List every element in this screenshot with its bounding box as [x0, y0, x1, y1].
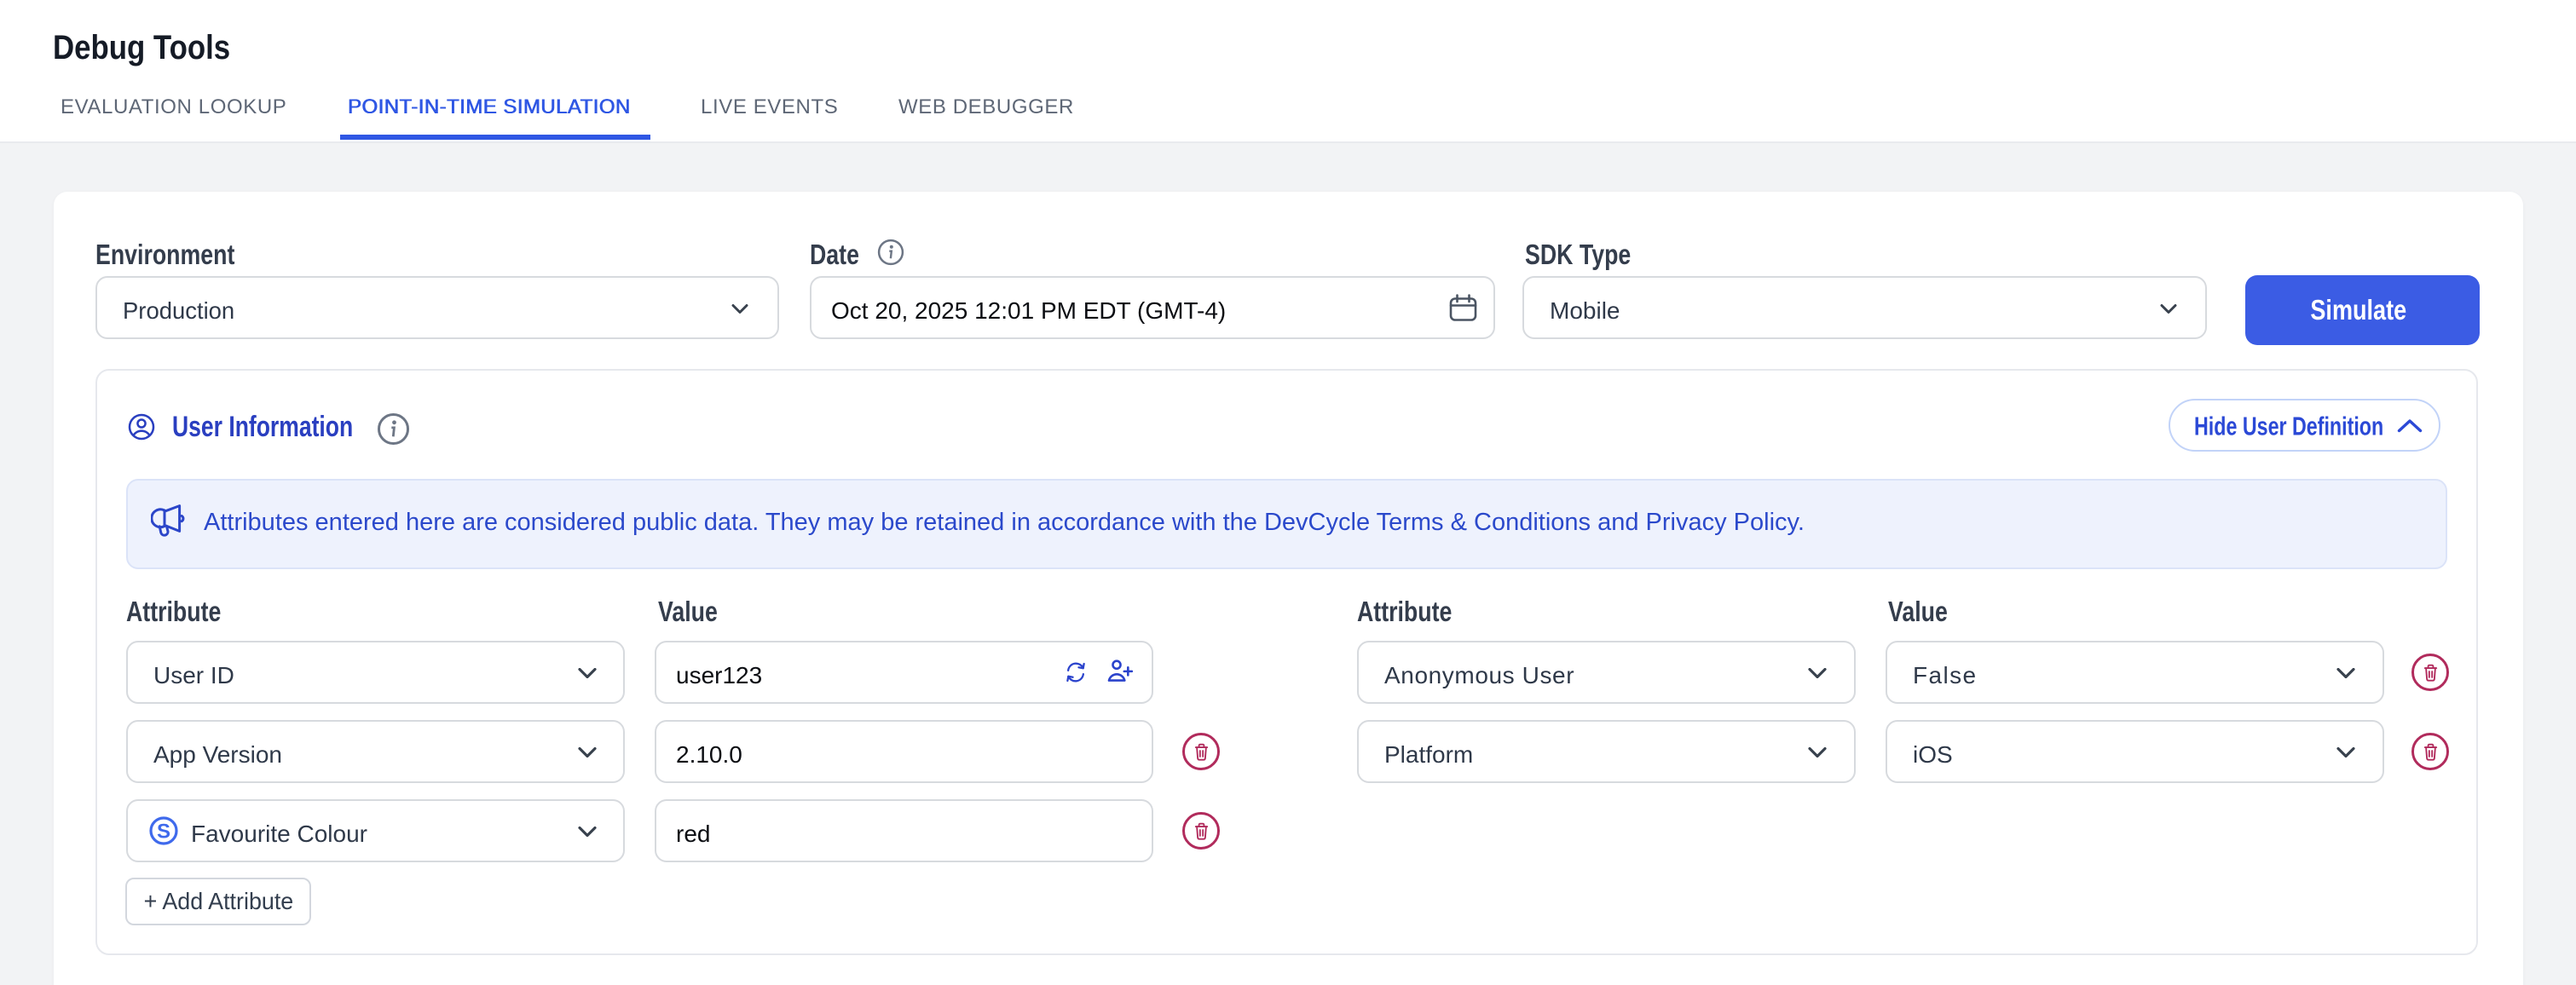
svg-text:S: S — [157, 821, 170, 844]
